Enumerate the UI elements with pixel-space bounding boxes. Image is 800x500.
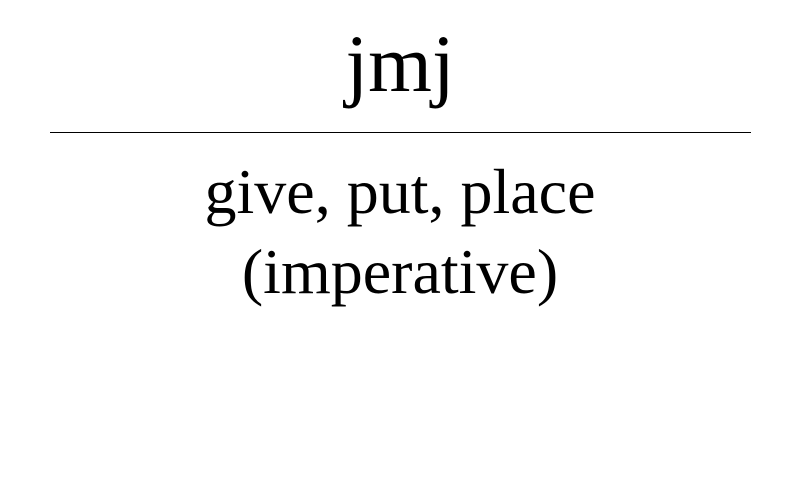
flashcard: jmj give, put, place (imperative) <box>0 0 800 500</box>
divider-line <box>50 132 751 133</box>
gloss-block: give, put, place (imperative) <box>0 152 800 312</box>
term-word: jmj <box>345 18 455 109</box>
gloss-line-grammar-note: (imperative) <box>241 236 559 307</box>
gloss-line-translation: give, put, place <box>204 156 596 227</box>
